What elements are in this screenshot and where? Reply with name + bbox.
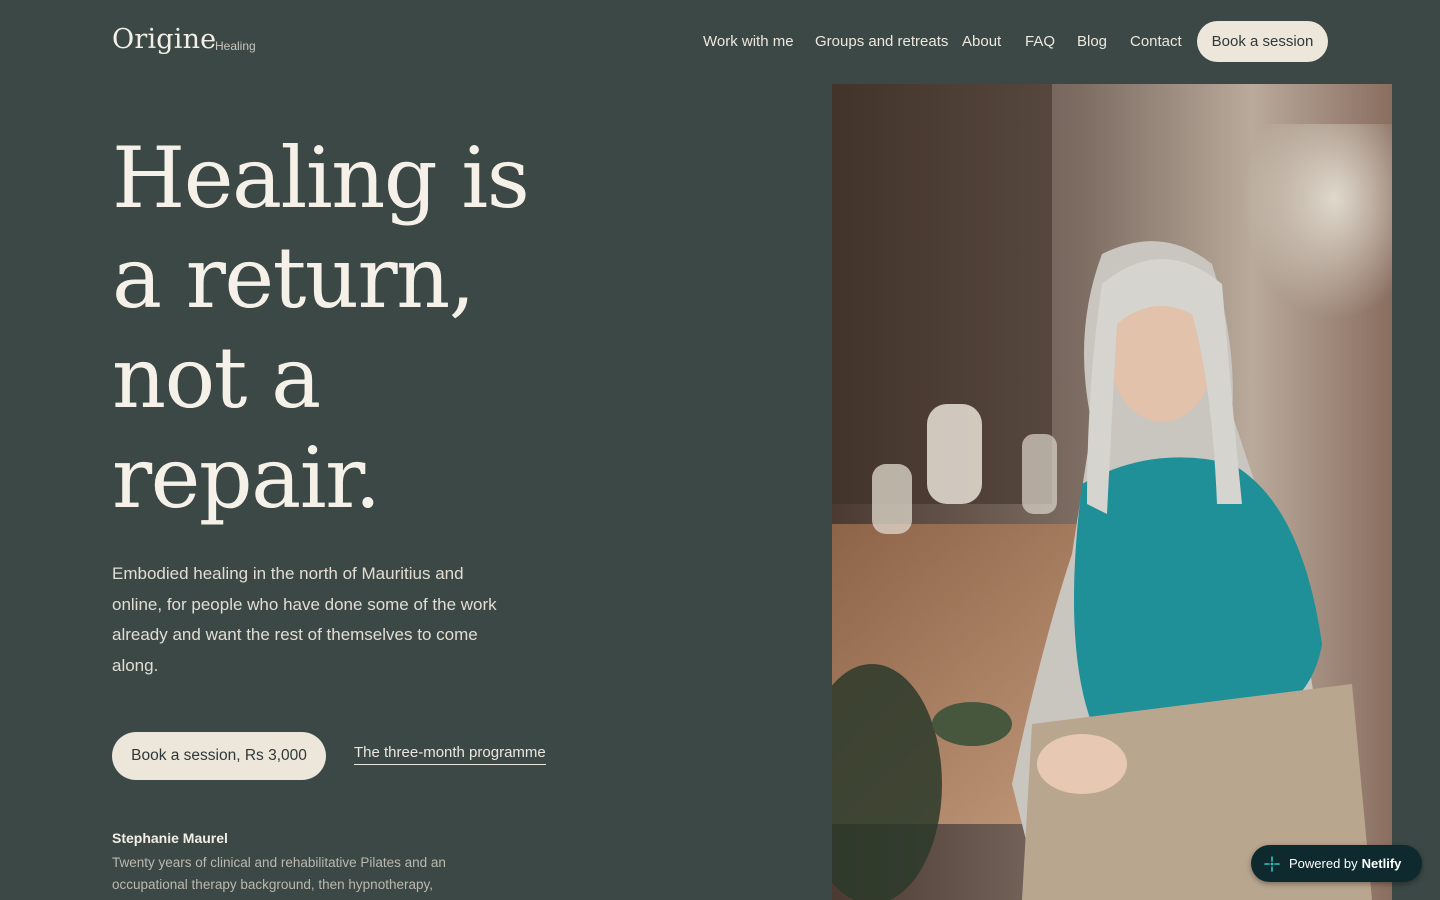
- headline-line: Healing is: [112, 129, 530, 227]
- three-month-programme-link[interactable]: The three-month programme: [354, 744, 546, 765]
- hero-lead: Embodied healing in the north of Mauriti…: [112, 564, 497, 675]
- nav-item-contact[interactable]: Contact: [1130, 33, 1182, 50]
- badge-prefix: Powered by: [1289, 856, 1358, 871]
- nav-item-blog[interactable]: Blog: [1077, 33, 1107, 50]
- nav-item-groups-and-retreats[interactable]: Groups and retreats: [815, 33, 948, 50]
- portrait-photo: [832, 84, 1392, 900]
- bio-name: Stephanie Maurel: [112, 830, 228, 846]
- headline-line: a return,: [112, 229, 475, 327]
- bio-text: Twenty years of clinical and rehabilitat…: [112, 855, 446, 892]
- brand-logo[interactable]: Origine: [112, 24, 216, 55]
- headline-line: repair.: [112, 429, 381, 527]
- site-header: Origine Healing Work with me Groups and …: [0, 0, 1440, 84]
- netlify-sparkle-icon: [1264, 855, 1280, 872]
- nav-item-faq[interactable]: FAQ: [1025, 33, 1055, 50]
- badge-brand: Netlify: [1361, 856, 1402, 871]
- book-session-button[interactable]: Book a session, Rs 3,000: [112, 732, 326, 780]
- powered-by-netlify-badge[interactable]: Powered by Netlify: [1251, 845, 1422, 882]
- nav-item-about[interactable]: About: [962, 33, 1001, 50]
- nav-item-work-with-me[interactable]: Work with me: [703, 33, 794, 50]
- brand-tag: Healing: [215, 39, 256, 53]
- hero-headline: Healing is a return, not a repair.: [112, 128, 672, 528]
- headline-line: not a: [112, 329, 321, 427]
- book-session-nav-button[interactable]: Book a session: [1197, 21, 1328, 62]
